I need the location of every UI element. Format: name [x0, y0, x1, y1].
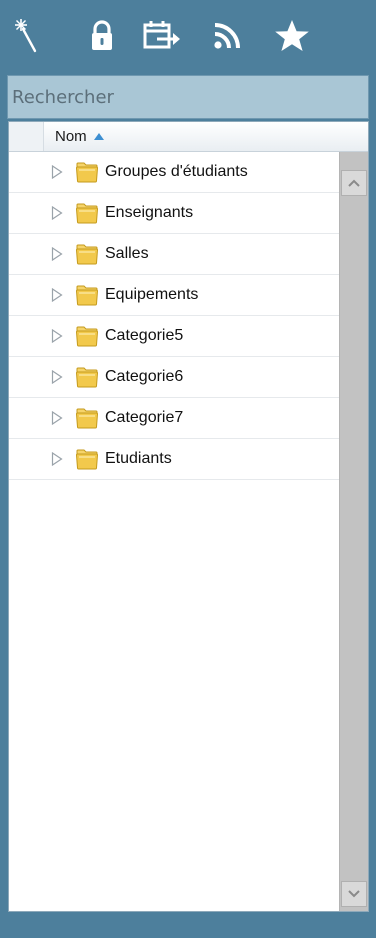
folder-icon [75, 162, 99, 183]
column-header-label: Nom [55, 128, 87, 145]
tree-item-categorie5[interactable]: Categorie5 [9, 316, 339, 357]
tree-item-label: Categorie5 [105, 327, 184, 344]
tree-item-salles[interactable]: Salles [9, 234, 339, 275]
chevron-up-icon [348, 179, 360, 187]
scroll-down-button[interactable] [341, 881, 367, 907]
tree-panel: Nom Groupes d'étudiants Enseignants Sall… [8, 121, 369, 912]
vertical-scrollbar[interactable] [339, 152, 368, 911]
tree-item-groupes-etudiants[interactable]: Groupes d'étudiants [9, 152, 339, 193]
chevron-down-icon [348, 890, 360, 898]
folder-icon [75, 408, 99, 429]
column-header-nom[interactable]: Nom [45, 122, 104, 151]
lock-icon [92, 20, 112, 50]
tree-item-label: Categorie7 [105, 409, 184, 426]
expand-arrow-icon[interactable] [51, 247, 63, 261]
column-header-bar: Nom [9, 122, 368, 152]
folder-icon [75, 367, 99, 388]
tree-item-categorie6[interactable]: Categorie6 [9, 357, 339, 398]
sort-ascending-icon [93, 133, 104, 140]
folder-icon [75, 203, 99, 224]
folder-icon [75, 449, 99, 470]
expand-arrow-icon[interactable] [51, 329, 63, 343]
bottom-strip [0, 912, 376, 938]
expand-arrow-icon[interactable] [51, 165, 63, 179]
folder-icon [75, 244, 99, 265]
search-input[interactable] [8, 76, 368, 118]
expand-arrow-icon[interactable] [51, 452, 63, 466]
tree-item-equipements[interactable]: Equipements [9, 275, 339, 316]
tree-item-label: Categorie6 [105, 368, 184, 385]
expand-arrow-icon[interactable] [51, 206, 63, 220]
tree-item-label: Equipements [105, 286, 199, 303]
expand-arrow-icon[interactable] [51, 370, 63, 384]
expand-arrow-icon[interactable] [51, 288, 63, 302]
tree-item-categorie7[interactable]: Categorie7 [9, 398, 339, 439]
scroll-up-button[interactable] [341, 170, 367, 196]
calendar-export-button[interactable] [142, 16, 182, 56]
tree-item-label: Groupes d'étudiants [105, 163, 248, 180]
tree-list: Groupes d'étudiants Enseignants Salles E… [9, 152, 339, 480]
favorites-button[interactable] [272, 16, 312, 56]
magic-wand-icon [15, 19, 37, 53]
tree-item-label: Salles [105, 245, 149, 262]
tree-item-enseignants[interactable]: Enseignants [9, 193, 339, 234]
tree-item-label: Etudiants [105, 450, 172, 467]
search-box [7, 75, 369, 119]
rss-button[interactable] [207, 16, 247, 56]
header-gutter [9, 122, 44, 151]
calendar-export-icon [143, 21, 180, 49]
rss-icon [214, 23, 240, 49]
magic-wand-button[interactable] [10, 16, 50, 56]
folder-icon [75, 285, 99, 306]
tree-item-label: Enseignants [105, 204, 194, 221]
lock-button[interactable] [82, 16, 122, 56]
toolbar [0, 0, 376, 72]
star-icon [275, 20, 309, 51]
tree-item-etudiants[interactable]: Etudiants [9, 439, 339, 480]
folder-icon [75, 326, 99, 347]
expand-arrow-icon[interactable] [51, 411, 63, 425]
